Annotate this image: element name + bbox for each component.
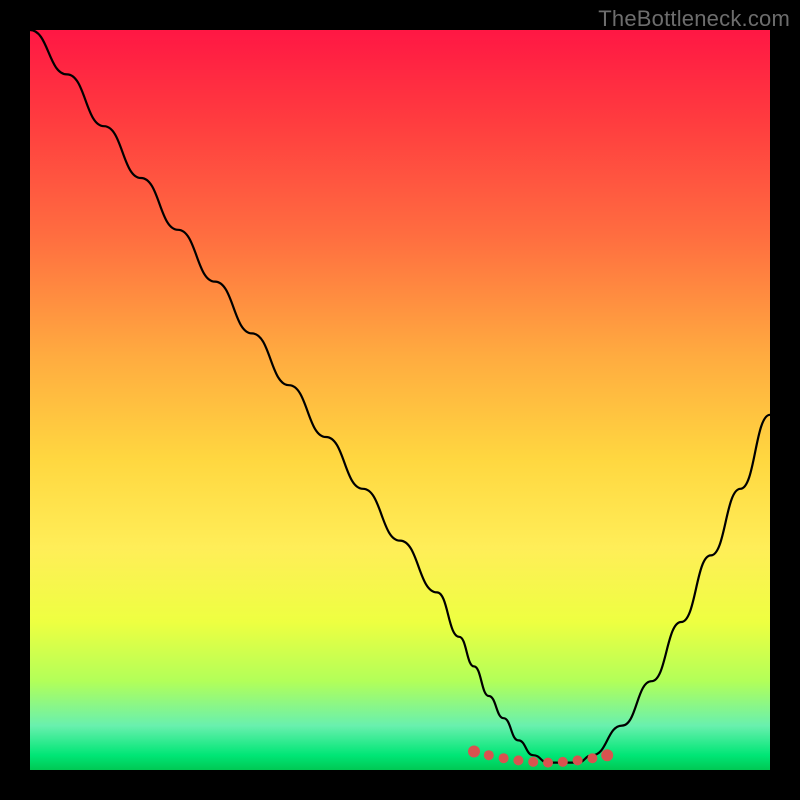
- minimum-marker: [587, 753, 597, 763]
- marker-group: [468, 746, 613, 768]
- minimum-marker: [558, 757, 568, 767]
- minimum-marker: [513, 755, 523, 765]
- minimum-marker: [499, 753, 509, 763]
- minimum-marker: [468, 746, 480, 758]
- watermark-text: TheBottleneck.com: [598, 6, 790, 32]
- chart-frame: TheBottleneck.com: [0, 0, 800, 800]
- curve-svg: [30, 30, 770, 770]
- minimum-marker: [484, 750, 494, 760]
- minimum-marker: [528, 757, 538, 767]
- minimum-marker: [601, 749, 613, 761]
- minimum-marker: [543, 758, 553, 768]
- plot-area: [30, 30, 770, 770]
- minimum-marker: [573, 755, 583, 765]
- bottleneck-curve: [30, 30, 770, 763]
